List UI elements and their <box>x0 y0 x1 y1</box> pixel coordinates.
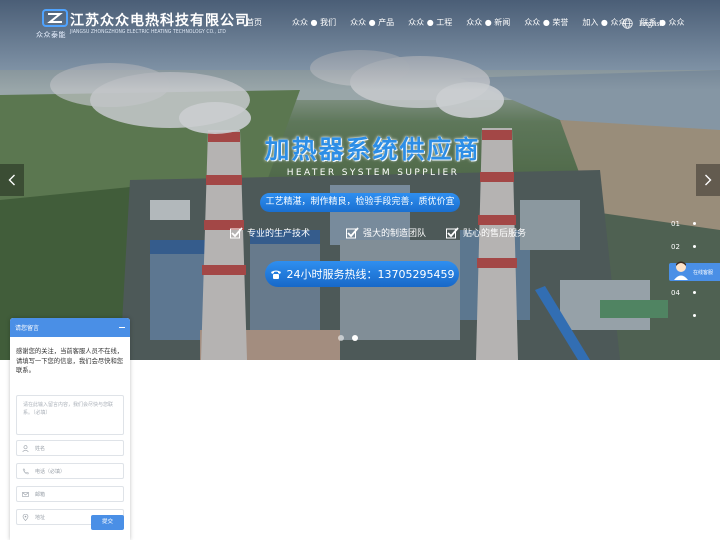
hotline-text[interactable]: 24小时服务热线：13705295459 <box>287 266 455 282</box>
nav-news[interactable]: 众众 ● 新闻 <box>466 17 510 28</box>
language-label[interactable]: English <box>639 19 663 28</box>
email-field[interactable]: 邮箱 <box>16 486 124 502</box>
nav-join[interactable]: 加入 ● 众众 <box>582 17 626 28</box>
service-hotline[interactable]: 24小时服务热线：13705295459 <box>265 261 459 287</box>
minimize-icon[interactable] <box>119 327 125 328</box>
chat-intro-text: 感谢您的关注，当前客服人员不在线，请填写一下您的信息，我们会尽快和您联系。 <box>16 348 124 374</box>
email-field-placeholder: 邮箱 <box>35 491 46 498</box>
phone-field[interactable]: 电话（必填） <box>16 463 124 479</box>
slider-next-button[interactable] <box>696 164 720 196</box>
submit-button[interactable]: 提交 <box>91 515 124 530</box>
feature-label: 强大的制造团队 <box>363 229 427 239</box>
telephone-icon <box>270 270 281 279</box>
online-service-label[interactable]: 在线客服 <box>693 269 713 276</box>
site-header: 众众泰能 江苏众众电热科技有限公司 JIANGSU ZHONGZHONG ELE… <box>0 0 720 46</box>
user-icon <box>22 444 29 452</box>
slide-number-dot <box>693 291 696 294</box>
slide-number[interactable]: 01 <box>671 220 680 228</box>
online-service-button[interactable]: 在线客服 <box>669 261 720 281</box>
logo-subtitle: 众众泰能 <box>36 31 66 39</box>
feature-item: 专业的生产技术 <box>230 226 330 239</box>
nav-products[interactable]: 众众 ● 产品 <box>350 17 394 28</box>
hero-subtitle-text: HEATER SYSTEM SUPPLIER <box>286 168 460 178</box>
slide-number-dot <box>693 245 696 248</box>
hero-subtitle: HEATER SYSTEM SUPPLIER <box>0 168 720 178</box>
language-switch[interactable]: English <box>622 18 663 29</box>
location-icon <box>22 513 29 521</box>
chevron-left-icon <box>8 174 15 186</box>
hero-title-text: 加热器系统供应商 <box>264 135 481 164</box>
chat-title: 请您留言 <box>15 325 40 332</box>
hero-banner <box>0 0 720 360</box>
service-agent-avatar-icon <box>674 261 688 280</box>
globe-icon <box>622 18 633 29</box>
checkbox-check-icon <box>446 226 459 238</box>
leave-message-widget: 请您留言 感谢您的关注，当前客服人员不在线，请填写一下您的信息，我们会尽快和您联… <box>10 318 130 540</box>
slider-pagination <box>338 335 358 341</box>
nav-about[interactable]: 众众 ● 我们 <box>292 17 336 28</box>
quality-slogan-badge: 工艺精湛，制作精良，检验手段完善，质优价宜 <box>260 193 460 212</box>
phone-field-placeholder: 电话（必填） <box>35 468 66 475</box>
nav-projects[interactable]: 众众 ● 工程 <box>408 17 452 28</box>
checkbox-check-icon <box>230 226 243 238</box>
slide-number-dot <box>693 222 696 225</box>
slider-dot[interactable] <box>338 335 344 341</box>
feature-label: 专业的生产技术 <box>247 229 311 239</box>
hero-title: 加热器系统供应商 <box>0 130 720 166</box>
slider-prev-button[interactable] <box>0 164 24 196</box>
message-textarea[interactable]: 请在此输入留言内容，我们会尽快与您联系。（必填） <box>16 395 124 435</box>
slide-number[interactable]: 04 <box>671 289 680 297</box>
slide-number[interactable]: 02 <box>671 243 680 251</box>
nav-home[interactable]: 首页 <box>246 17 262 28</box>
page: 众众泰能 江苏众众电热科技有限公司 JIANGSU ZHONGZHONG ELE… <box>0 0 720 540</box>
mail-icon <box>22 491 29 497</box>
feature-item: 强大的制造团队 <box>346 226 446 239</box>
feature-list: 专业的生产技术 强大的制造团队 贴心的售后服务 <box>230 226 546 239</box>
chevron-right-icon <box>705 174 712 186</box>
address-field-placeholder: 地址 <box>35 514 46 521</box>
nav-honors[interactable]: 众众 ● 荣誉 <box>524 17 568 28</box>
brand-english-name: JIANGSU ZHONGZHONG ELECTRIC HEATING TECH… <box>70 29 226 35</box>
checkbox-check-icon <box>346 226 359 238</box>
chat-header[interactable]: 请您留言 <box>10 318 130 337</box>
slider-dot-active[interactable] <box>352 335 358 341</box>
name-field-placeholder: 姓名 <box>35 445 46 452</box>
name-field[interactable]: 姓名 <box>16 440 124 456</box>
phone-icon <box>22 468 29 474</box>
feature-item: 贴心的售后服务 <box>446 226 546 239</box>
feature-label: 贴心的售后服务 <box>463 229 527 239</box>
slide-number-dot <box>693 314 696 317</box>
brand-name[interactable]: 江苏众众电热科技有限公司 <box>70 10 250 30</box>
company-logo-icon[interactable] <box>42 8 68 28</box>
